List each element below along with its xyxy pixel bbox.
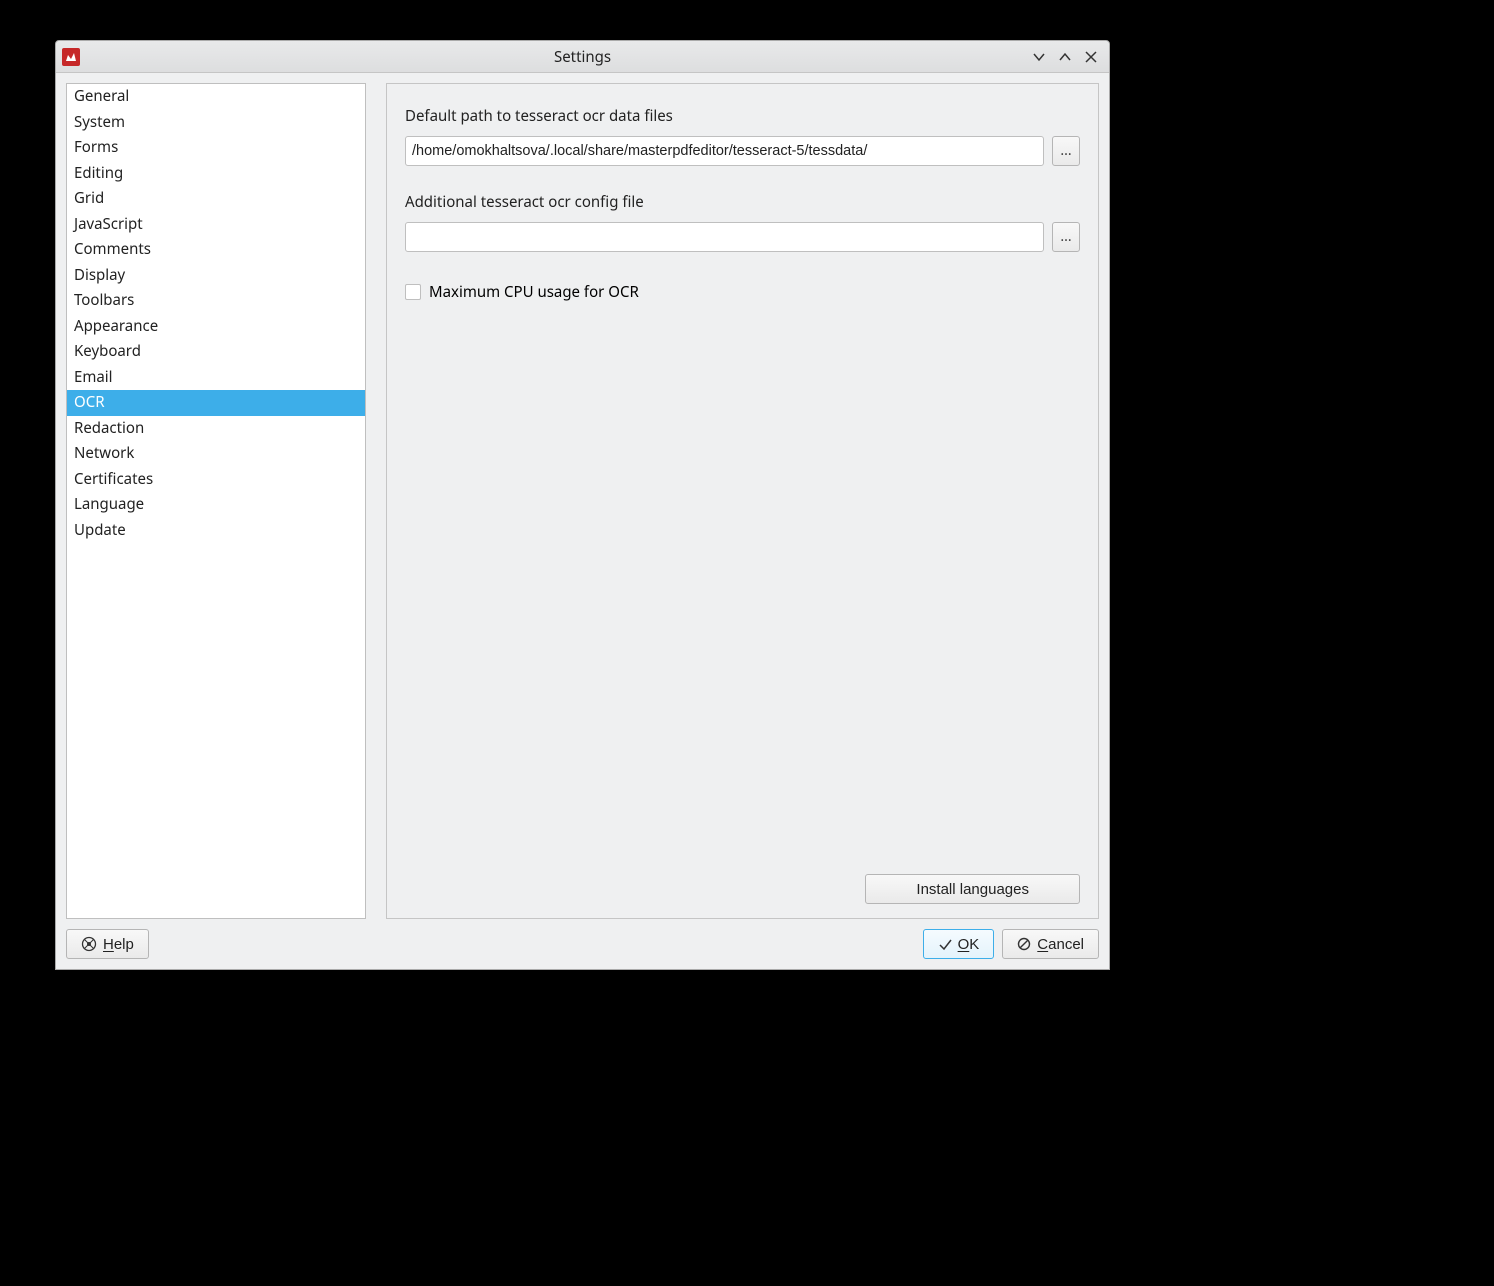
tessdata-browse-button[interactable]: ... <box>1052 136 1080 166</box>
ok-label-first: O <box>958 936 970 953</box>
check-icon <box>938 937 952 951</box>
sidebar-item-javascript[interactable]: JavaScript <box>67 212 365 238</box>
sidebar-item-general[interactable]: General <box>67 84 365 110</box>
cancel-label-rest: ancel <box>1048 936 1084 953</box>
config-browse-button[interactable]: ... <box>1052 222 1080 252</box>
max-cpu-checkbox[interactable] <box>405 284 421 300</box>
dialog-footer: Help OK Cancel <box>66 929 1099 959</box>
settings-window: Settings GeneralSystemFormsEditingGridJa… <box>55 40 1110 970</box>
sidebar-item-ocr[interactable]: OCR <box>67 390 365 416</box>
cancel-icon <box>1017 937 1031 951</box>
close-button[interactable] <box>1083 49 1099 65</box>
tessdata-path-label: Default path to tesseract ocr data files <box>405 106 1080 126</box>
minimize-button[interactable] <box>1031 49 1047 65</box>
app-icon <box>62 48 80 66</box>
sidebar-item-email[interactable]: Email <box>67 365 365 391</box>
max-cpu-label: Maximum CPU usage for OCR <box>429 282 639 302</box>
help-button[interactable]: Help <box>66 929 149 959</box>
sidebar-item-grid[interactable]: Grid <box>67 186 365 212</box>
category-list[interactable]: GeneralSystemFormsEditingGridJavaScriptC… <box>66 83 366 919</box>
sidebar-item-language[interactable]: Language <box>67 492 365 518</box>
sidebar-item-appearance[interactable]: Appearance <box>67 314 365 340</box>
ocr-panel: Default path to tesseract ocr data files… <box>386 83 1099 919</box>
sidebar-item-network[interactable]: Network <box>67 441 365 467</box>
sidebar-item-toolbars[interactable]: Toolbars <box>67 288 365 314</box>
maximize-button[interactable] <box>1057 49 1073 65</box>
tessdata-path-row: ... <box>405 136 1080 166</box>
sidebar-item-comments[interactable]: Comments <box>67 237 365 263</box>
sidebar-item-editing[interactable]: Editing <box>67 161 365 187</box>
config-file-input[interactable] <box>405 222 1044 252</box>
ok-button[interactable]: OK <box>923 929 995 959</box>
dialog-body: GeneralSystemFormsEditingGridJavaScriptC… <box>56 73 1109 969</box>
config-file-label: Additional tesseract ocr config file <box>405 192 1080 212</box>
sidebar-item-update[interactable]: Update <box>67 518 365 544</box>
sidebar-item-forms[interactable]: Forms <box>67 135 365 161</box>
sidebar-item-keyboard[interactable]: Keyboard <box>67 339 365 365</box>
help-icon <box>81 936 97 952</box>
main-row: GeneralSystemFormsEditingGridJavaScriptC… <box>66 83 1099 919</box>
install-languages-button[interactable]: Install languages <box>865 874 1080 904</box>
titlebar: Settings <box>56 41 1109 73</box>
sidebar-item-display[interactable]: Display <box>67 263 365 289</box>
cancel-label-first: C <box>1037 936 1048 953</box>
tessdata-path-input[interactable] <box>405 136 1044 166</box>
help-label-first: H <box>103 936 114 953</box>
cancel-button[interactable]: Cancel <box>1002 929 1099 959</box>
window-title: Settings <box>56 47 1109 67</box>
max-cpu-row[interactable]: Maximum CPU usage for OCR <box>405 282 1080 302</box>
sidebar-item-certificates[interactable]: Certificates <box>67 467 365 493</box>
config-file-row: ... <box>405 222 1080 252</box>
ok-label-rest: K <box>969 936 979 953</box>
sidebar-item-system[interactable]: System <box>67 110 365 136</box>
sidebar-item-redaction[interactable]: Redaction <box>67 416 365 442</box>
window-controls <box>1031 49 1109 65</box>
help-label-rest: elp <box>114 936 134 953</box>
